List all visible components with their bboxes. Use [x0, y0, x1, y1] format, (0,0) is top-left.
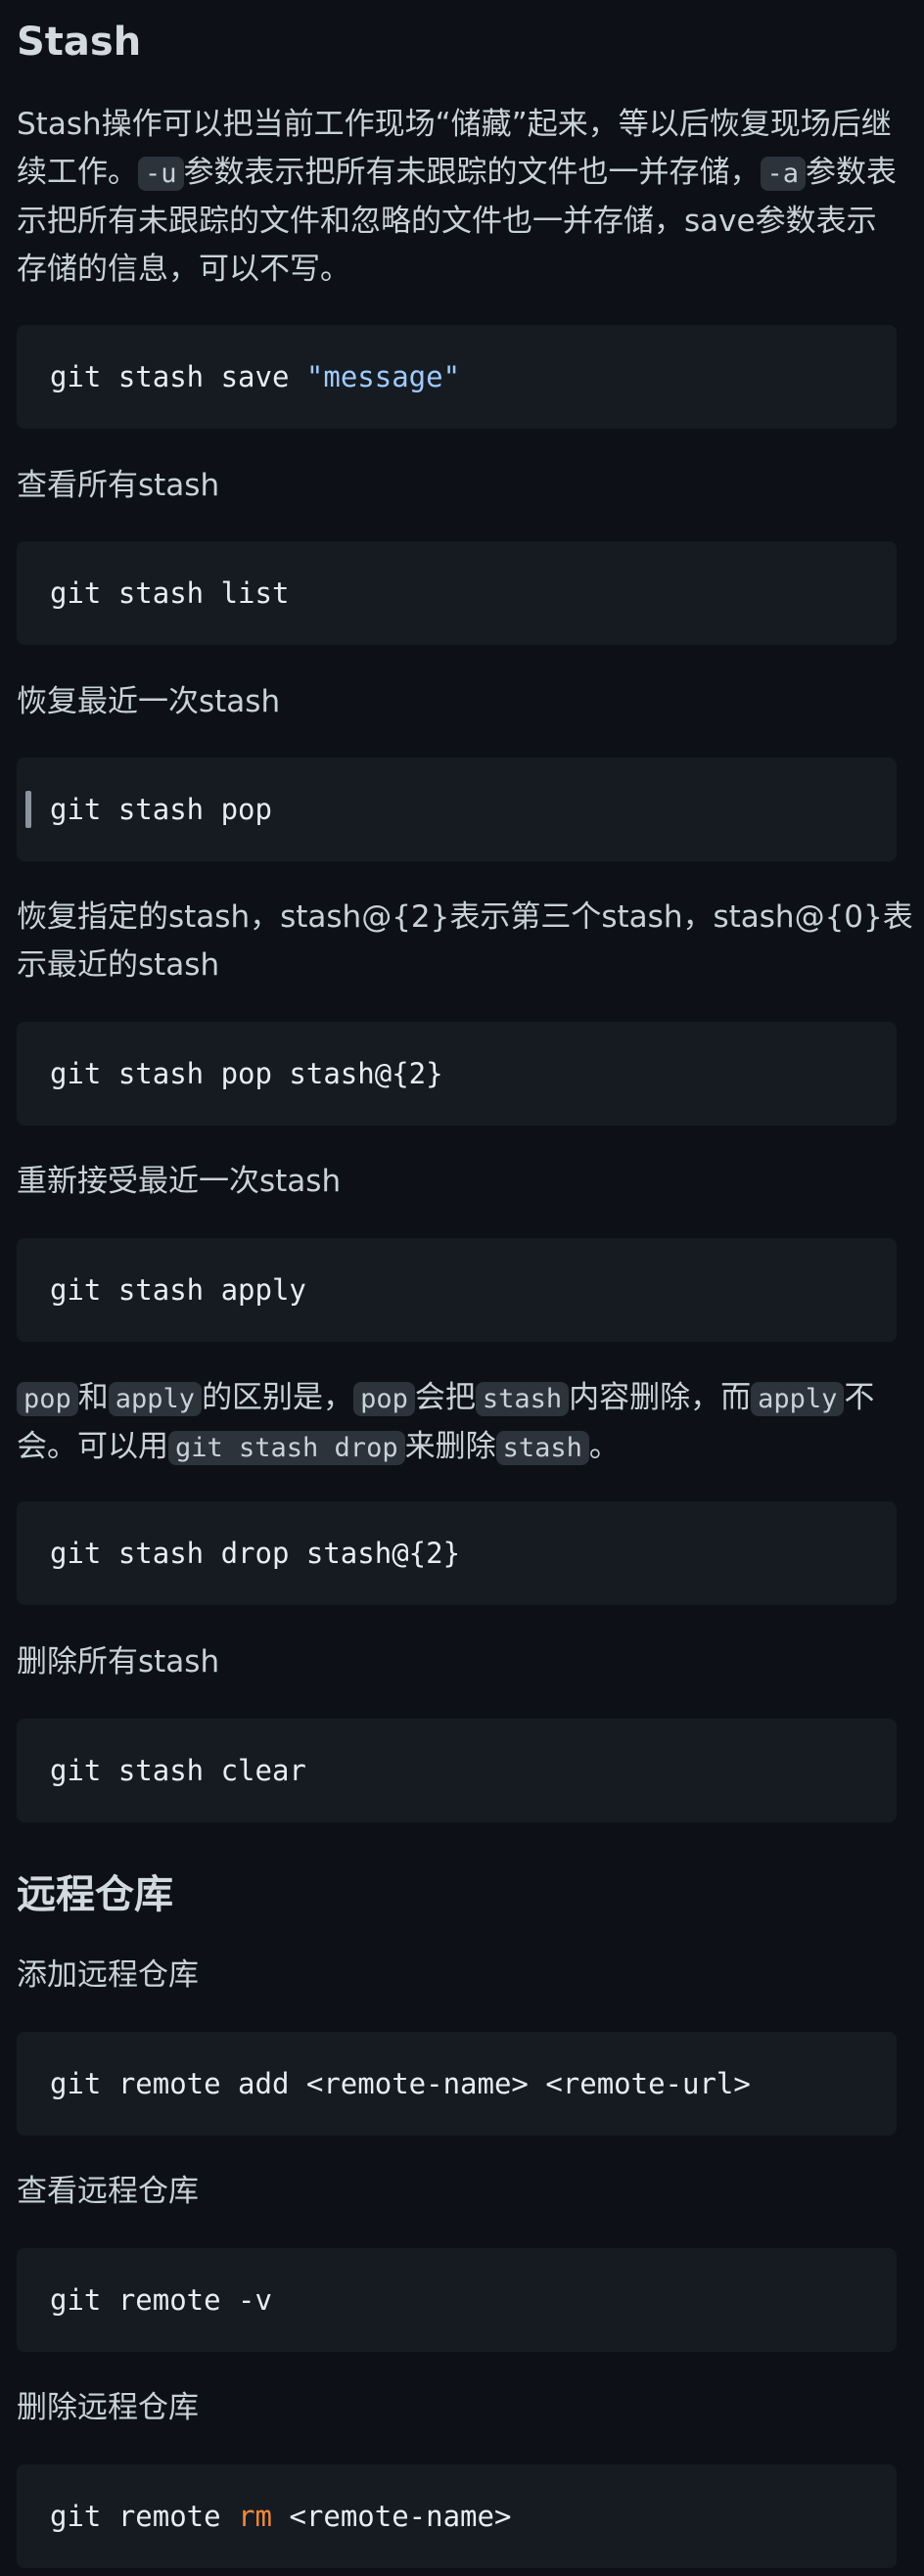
code-block-remote-add[interactable]: git remote add <remote-name> <remote-url…: [17, 2032, 897, 2136]
diff-text: 的区别是，: [202, 1380, 354, 1415]
diff-text: 来删除: [404, 1429, 496, 1464]
stash-heading: Stash: [17, 20, 142, 65]
stash-pop-label: 恢复最近一次stash: [17, 684, 281, 719]
code-block-remote-rm[interactable]: git remote rm <remote-name>: [17, 2464, 897, 2568]
inline-code-stash: stash: [495, 1431, 589, 1465]
inline-code-stash: stash: [475, 1382, 570, 1416]
code-block-stash-pop-n[interactable]: git stash pop stash@{2}: [17, 1022, 897, 1126]
markdown-document: Stash Stash操作可以把当前工作现场“储藏”起来，等以后恢复现场后继续工…: [0, 0, 924, 2576]
code-text: git remote: [50, 2500, 239, 2533]
inline-code-apply: apply: [108, 1382, 203, 1416]
code-block-stash-apply[interactable]: git stash apply: [17, 1238, 897, 1342]
code-keyword-rm: rm: [238, 2500, 272, 2533]
code-block-stash-save[interactable]: git stash save "message": [17, 325, 897, 429]
code-block-stash-list[interactable]: git stash list: [17, 541, 897, 645]
inline-code-pop: pop: [353, 1382, 415, 1416]
inline-code-a-flag: -a: [760, 157, 807, 191]
remote-rm-label: 删除远程仓库: [17, 2390, 199, 2425]
pop-apply-diff-paragraph: pop 和 apply 的区别是， pop 会把 stash 内容删除，而 apply 不会。可以…: [17, 1374, 898, 1472]
diff-text: 。: [588, 1429, 620, 1464]
code-block-stash-clear[interactable]: git stash clear: [17, 1719, 897, 1822]
stash-pop-n-label: 恢复指定的stash，stash@{2}表示第三个stash，stash@{0}…: [17, 899, 913, 983]
code-block-stash-pop[interactable]: git stash pop: [17, 758, 897, 861]
code-block-stash-drop[interactable]: git stash drop stash@{2}: [17, 1501, 897, 1605]
inline-code-pop: pop: [17, 1382, 78, 1416]
stash-clear-label: 删除所有stash: [17, 1644, 220, 1679]
code-text: git stash pop: [50, 793, 272, 826]
stash-apply-label: 重新接受最近一次stash: [17, 1164, 342, 1199]
inline-code-u-flag: -u: [138, 157, 184, 191]
code-block-remote-view[interactable]: git remote -v: [17, 2248, 897, 2352]
code-text: git stash save: [50, 360, 306, 393]
inline-code-git-stash-drop: git stash drop: [168, 1431, 405, 1465]
diff-text: 和: [77, 1380, 109, 1415]
intro-text-2: 参数表示把所有未跟踪的文件也一并存储，: [183, 155, 761, 190]
inline-code-apply: apply: [751, 1382, 845, 1416]
diff-text: 会把: [414, 1380, 476, 1415]
remote-view-label: 查看远程仓库: [17, 2174, 199, 2209]
remote-add-label: 添加远程仓库: [17, 1957, 199, 1993]
remote-heading: 远程仓库: [17, 1872, 173, 1917]
stash-list-label: 查看所有stash: [17, 468, 220, 503]
diff-text: 内容删除，而: [569, 1380, 752, 1415]
code-string-message: "message": [305, 360, 461, 393]
code-text: <remote-name>: [271, 2500, 512, 2533]
stash-intro-paragraph: Stash操作可以把当前工作现场“储藏”起来，等以后恢复现场后继续工作。 -u 参数…: [17, 101, 898, 294]
text-cursor: [25, 791, 31, 828]
